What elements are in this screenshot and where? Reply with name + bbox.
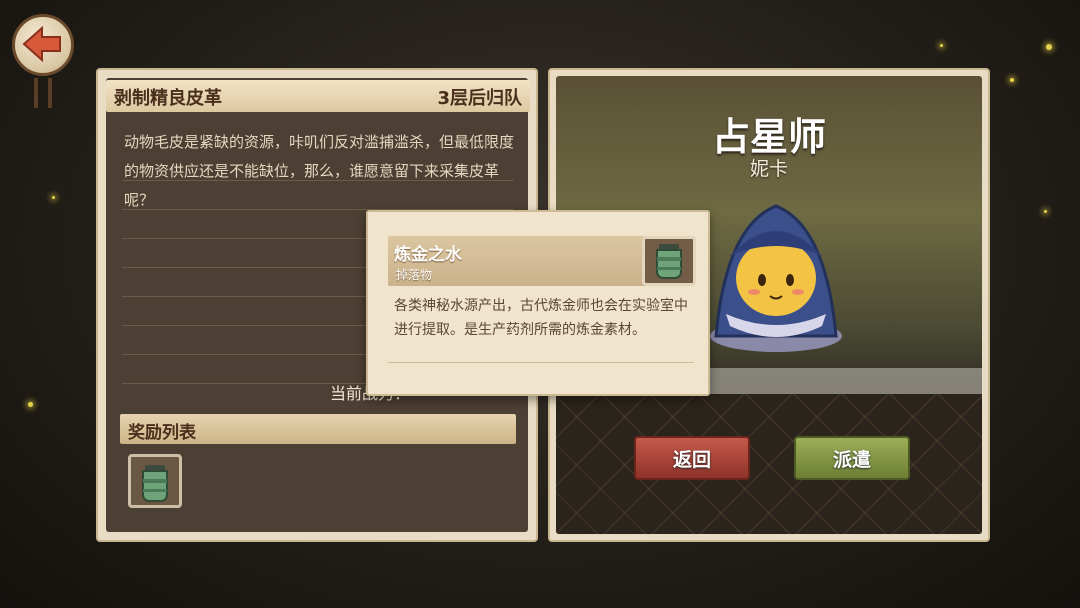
green-jar-icon — [656, 244, 682, 279]
back-button-leg — [48, 78, 52, 108]
game-screen: 剥制精良皮革 3层后归队 动物毛皮是紧缺的资源，咔叽们反对滥捕滥杀，但最低限度的… — [0, 0, 1080, 608]
return-button[interactable]: 返回 — [634, 436, 750, 480]
quest-header: 剥制精良皮革 3层后归队 — [106, 80, 530, 112]
divider — [122, 180, 514, 181]
back-button[interactable] — [8, 4, 74, 112]
firefly-glow — [28, 402, 33, 407]
firefly-glow — [1010, 78, 1014, 82]
tooltip-description: 各类神秘水源产出，古代炼金师也会在实验室中进行提取。是生产药剂所需的炼金素材。 — [394, 298, 688, 338]
dispatch-button[interactable]: 派遣 — [794, 436, 910, 480]
divider — [388, 362, 694, 363]
tooltip-item-icon — [642, 236, 696, 286]
back-button-leg — [34, 78, 38, 108]
tooltip-item-type: 掉落物 — [396, 268, 433, 282]
firefly-glow — [940, 44, 943, 47]
astrologer-character-portrait — [710, 204, 842, 352]
green-jar-icon — [142, 465, 168, 502]
reward-list-header: 奖励列表 — [120, 414, 516, 444]
quest-description: 动物毛皮是紧缺的资源，咔叽们反对滥捕滥杀，但最低限度的物资供应还是不能缺位，那么… — [124, 133, 515, 209]
firefly-glow — [52, 196, 55, 199]
back-arrow-icon — [22, 26, 61, 62]
item-tooltip: 炼金之水 掉落物 各类神秘水源产出，古代炼金师也会在实验室中进行提取。是生产药剂… — [366, 210, 710, 396]
reward-list-title: 奖励列表 — [128, 423, 196, 443]
firefly-glow — [1046, 44, 1052, 50]
hero-class-title: 占星师 — [711, 115, 826, 159]
firefly-glow — [1044, 210, 1047, 213]
quest-title: 剥制精良皮革 — [114, 88, 222, 109]
tooltip-header: 炼金之水 掉落物 — [388, 236, 696, 286]
quest-return-info: 3层后归队 — [437, 88, 522, 109]
lattice-wall — [556, 394, 982, 534]
tooltip-item-name: 炼金之水 — [394, 245, 462, 265]
reward-item-slot[interactable] — [128, 454, 182, 508]
hero-name: 妮卡 — [749, 158, 788, 180]
